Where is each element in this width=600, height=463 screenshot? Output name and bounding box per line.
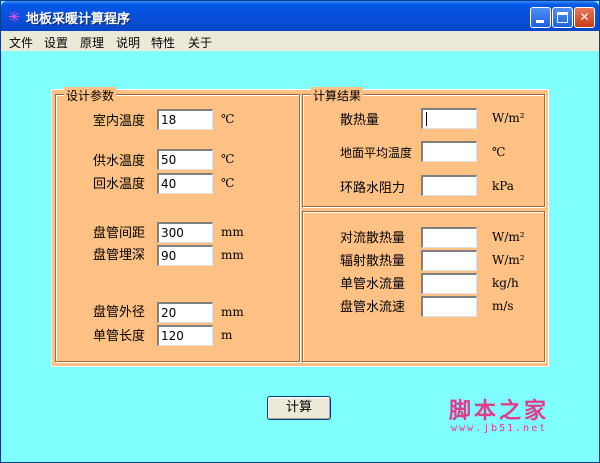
- return-temp-input[interactable]: 40: [157, 173, 213, 194]
- menu-about[interactable]: 关于: [188, 34, 212, 51]
- water-flow-label: 单管水流量: [340, 277, 406, 292]
- floor-temp-unit: ℃: [492, 145, 506, 159]
- water-velocity-label: 盘管水流速: [340, 300, 406, 315]
- loop-resistance-field[interactable]: [421, 175, 477, 196]
- radiant-heat-label: 辐射散热量: [340, 254, 406, 269]
- convective-heat-label: 对流散热量: [340, 231, 406, 246]
- indoor-temp-unit: ℃: [221, 112, 235, 126]
- menu-bar: 文件 设置 原理 说明 特性 关于: [1, 31, 599, 51]
- main-window: ✳ 地板采暖计算程序 ✕ 文件 设置 原理 说明 特性 关于 设计参数 室内温度…: [0, 0, 600, 463]
- close-icon: ✕: [579, 10, 590, 24]
- text-caret: [426, 112, 427, 126]
- floor-temp-field[interactable]: [421, 141, 477, 162]
- water-velocity-field[interactable]: [421, 296, 477, 317]
- supply-temp-label: 供水温度: [93, 154, 146, 169]
- menu-file[interactable]: 文件: [9, 34, 33, 51]
- close-button[interactable]: ✕: [574, 7, 595, 28]
- watermark-logo: 脚本之家: [449, 398, 550, 424]
- maximize-button[interactable]: [552, 7, 573, 28]
- menu-principle[interactable]: 原理: [80, 34, 104, 51]
- design-params-group: 设计参数 室内温度 18 ℃ 供水温度 50 ℃ 回水温度 40 ℃ 盘管间距 …: [55, 87, 300, 362]
- pipe-length-label: 单管长度: [93, 329, 146, 344]
- heat-output-label: 散热量: [340, 113, 380, 128]
- water-flow-field[interactable]: [421, 273, 477, 294]
- convective-heat-unit: W/m²: [492, 230, 525, 244]
- pipe-spacing-label: 盘管间距: [93, 226, 146, 241]
- pipe-diameter-input[interactable]: 20: [157, 302, 213, 323]
- app-icon: ✳: [7, 8, 21, 26]
- return-temp-label: 回水温度: [93, 177, 146, 192]
- design-params-title: 设计参数: [64, 87, 117, 104]
- water-velocity-unit: m/s: [492, 299, 514, 313]
- pipe-diameter-unit: mm: [221, 305, 244, 319]
- title-bar[interactable]: ✳ 地板采暖计算程序 ✕: [1, 1, 599, 31]
- pipe-spacing-unit: mm: [221, 225, 244, 239]
- minimize-icon: [536, 20, 544, 23]
- parameter-panel: 设计参数 室内温度 18 ℃ 供水温度 50 ℃ 回水温度 40 ℃ 盘管间距 …: [51, 87, 549, 367]
- loop-resistance-label: 环路水阻力: [340, 181, 406, 196]
- pipe-depth-unit: mm: [221, 248, 244, 262]
- return-temp-unit: ℃: [221, 176, 235, 190]
- radiant-heat-unit: W/m²: [492, 253, 525, 267]
- window-title: 地板采暖计算程序: [26, 12, 131, 27]
- supply-temp-input[interactable]: 50: [157, 149, 213, 170]
- pipe-diameter-label: 盘管外径: [93, 305, 146, 320]
- client-area: 设计参数 室内温度 18 ℃ 供水温度 50 ℃ 回水温度 40 ℃ 盘管间距 …: [1, 51, 599, 462]
- maximize-icon: [557, 12, 568, 23]
- pipe-spacing-input[interactable]: 300: [157, 222, 213, 243]
- floor-temp-label: 地面平均温度: [340, 146, 413, 160]
- minimize-button[interactable]: [530, 7, 551, 28]
- indoor-temp-input[interactable]: 18: [157, 109, 213, 130]
- pipe-depth-label: 盘管埋深: [93, 248, 146, 263]
- results-detail-group: 对流散热量 W/m² 辐射散热量 W/m² 单管水流量 kg/h 盘管水流速 m…: [302, 211, 545, 362]
- convective-heat-field[interactable]: [421, 227, 477, 248]
- results-title: 计算结果: [311, 87, 364, 104]
- menu-settings[interactable]: 设置: [44, 34, 68, 51]
- pipe-length-input[interactable]: 120: [157, 325, 213, 346]
- indoor-temp-label: 室内温度: [93, 114, 146, 129]
- menu-instructions[interactable]: 说明: [116, 34, 140, 51]
- heat-output-field[interactable]: [421, 108, 477, 129]
- supply-temp-unit: ℃: [221, 152, 235, 166]
- radiant-heat-field[interactable]: [421, 250, 477, 271]
- results-group: 计算结果 散热量 W/m² 地面平均温度 ℃ 环路水阻力 kPa: [302, 87, 545, 207]
- watermark-url: www.jb51.net: [451, 423, 548, 434]
- calculate-button[interactable]: 计算: [267, 396, 331, 420]
- menu-properties[interactable]: 特性: [151, 34, 175, 51]
- loop-resistance-unit: kPa: [492, 179, 514, 193]
- pipe-depth-input[interactable]: 90: [157, 245, 213, 266]
- pipe-length-unit: m: [221, 328, 233, 342]
- water-flow-unit: kg/h: [492, 276, 519, 290]
- heat-output-unit: W/m²: [492, 111, 525, 125]
